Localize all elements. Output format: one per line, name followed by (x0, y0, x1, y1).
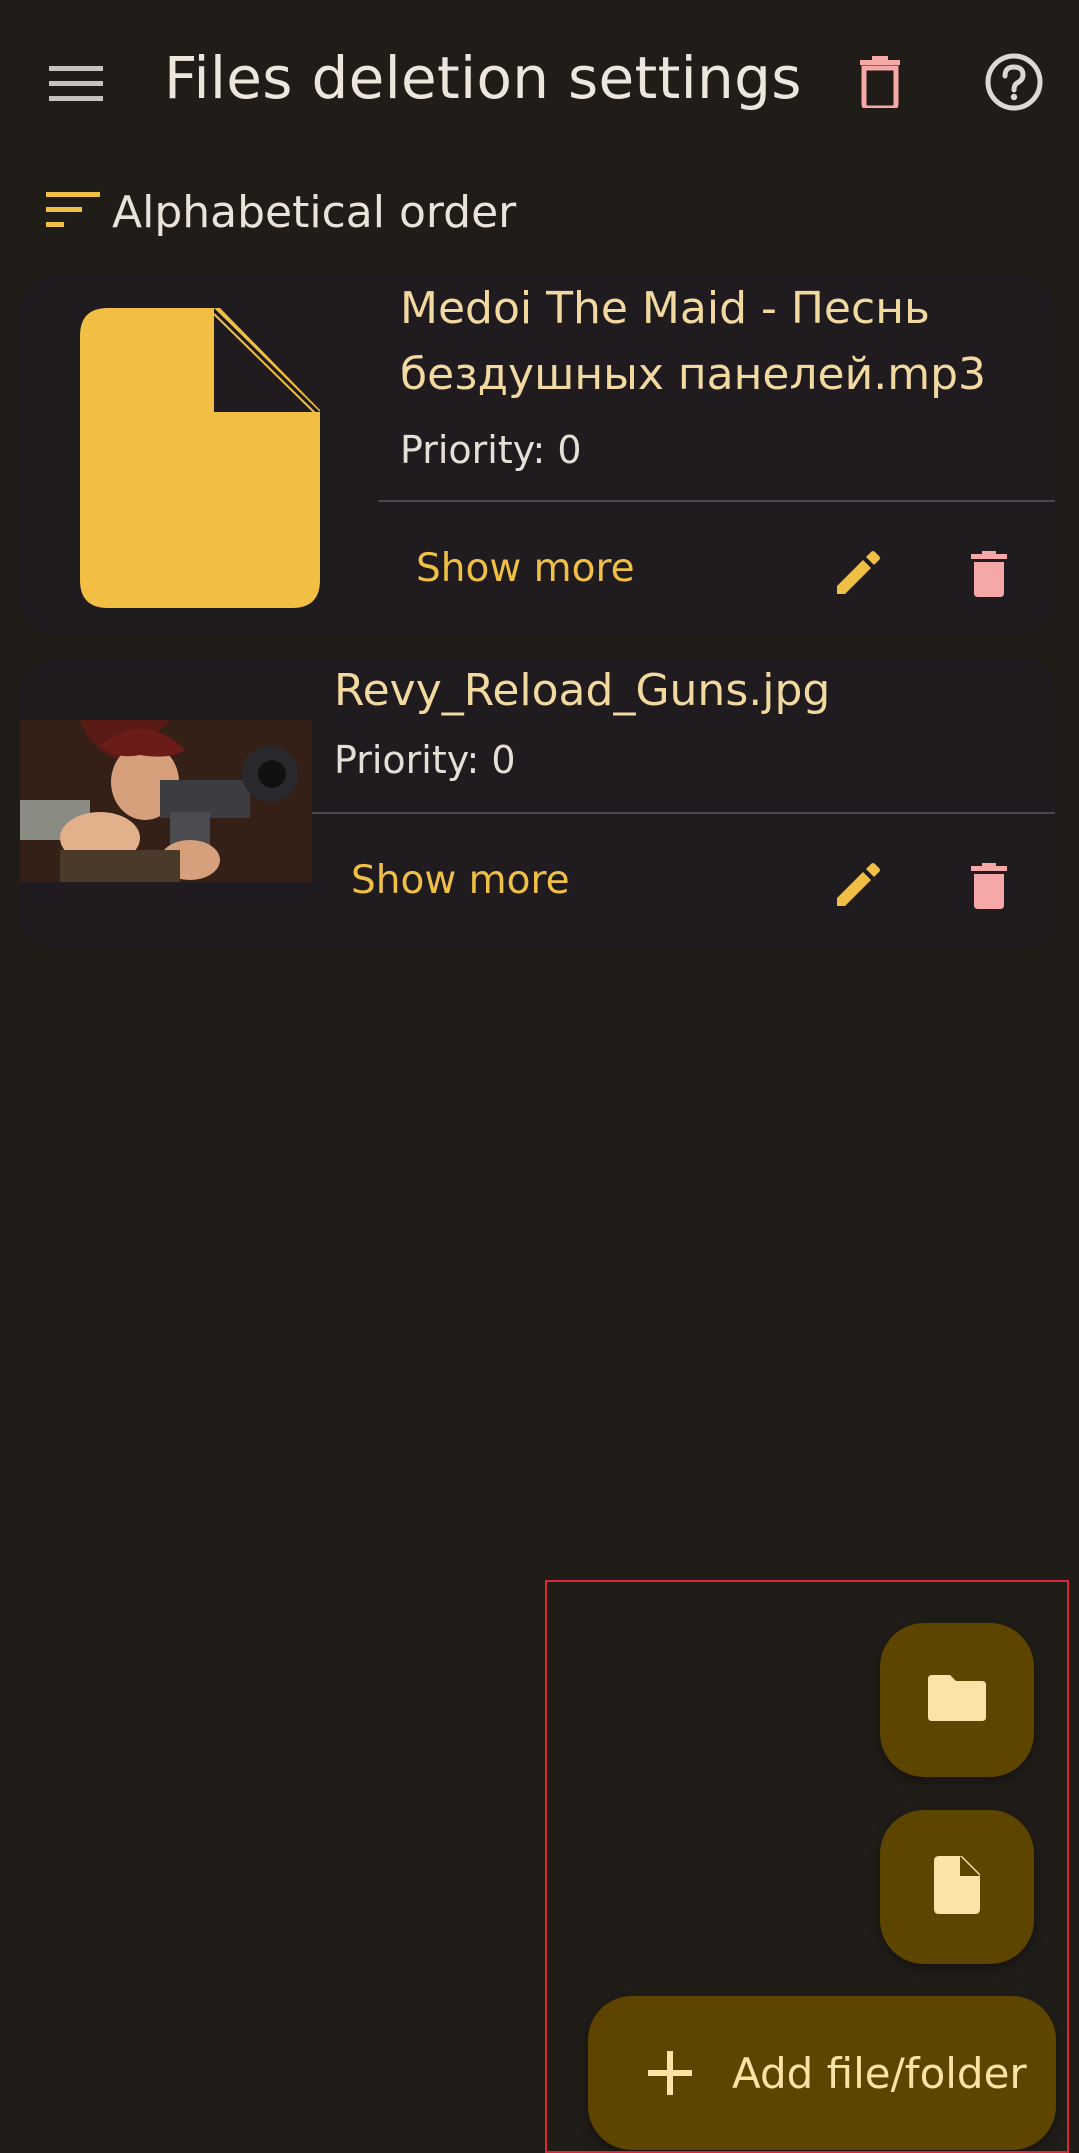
file-icon (934, 1856, 980, 1918)
sort-icon (46, 190, 100, 234)
folder-icon (928, 1675, 986, 1725)
plus-icon (642, 2045, 698, 2101)
file-name: Revy_Reload_Guns.jpg (334, 665, 831, 716)
sort-order-button[interactable]: Alphabetical order (46, 180, 516, 244)
files-deletion-settings-screen: Files deletion settings Alphabetical ord… (0, 0, 1079, 2153)
file-name: Medoi The Maid - Песнь бездушных панелей… (400, 283, 986, 400)
card-divider (312, 812, 1055, 814)
file-card[interactable]: Revy_Reload_Guns.jpg Priority: 0 Show mo… (20, 658, 1055, 948)
top-app-bar: Files deletion settings (0, 0, 1079, 170)
add-file-folder-button[interactable]: Add file/folder (588, 1996, 1056, 2150)
file-priority: Priority: 0 (400, 428, 582, 472)
show-more-button[interactable]: Show more (416, 546, 635, 591)
edit-icon[interactable] (829, 546, 885, 602)
file-priority: Priority: 0 (334, 738, 516, 782)
delete-icon[interactable] (961, 858, 1017, 914)
page-title: Files deletion settings (164, 44, 802, 112)
add-folder-button[interactable] (880, 1623, 1034, 1777)
menu-icon[interactable] (44, 52, 108, 116)
add-file-button[interactable] (880, 1810, 1034, 1964)
show-more-button[interactable]: Show more (351, 858, 570, 903)
file-icon (80, 308, 340, 608)
delete-icon[interactable] (961, 546, 1017, 602)
help-icon[interactable] (980, 48, 1048, 116)
card-divider (378, 500, 1055, 502)
file-card[interactable]: Medoi The Maid - Песнь бездушных панелей… (20, 276, 1055, 634)
delete-all-trash-icon[interactable] (848, 48, 912, 116)
sort-label: Alphabetical order (112, 186, 517, 238)
edit-icon[interactable] (829, 858, 885, 914)
image-thumbnail (20, 720, 312, 882)
add-file-folder-label: Add file/folder (732, 2048, 1027, 2098)
